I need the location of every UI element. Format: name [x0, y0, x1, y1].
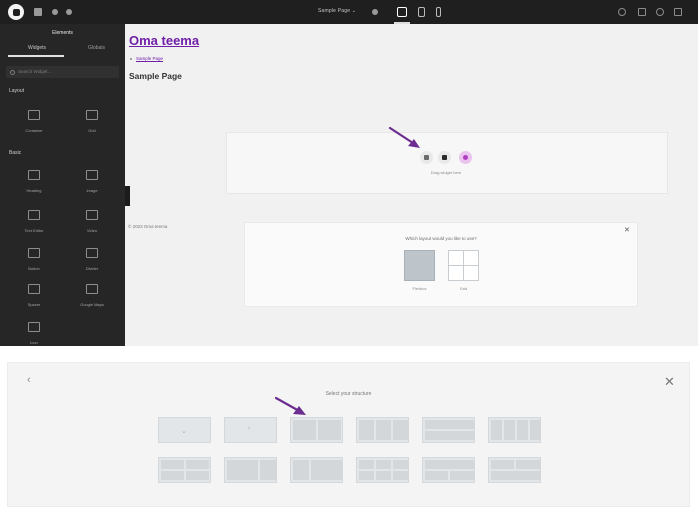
layout-option-flexbox[interactable]: [404, 250, 435, 281]
map-icon: [86, 284, 98, 294]
ai-button[interactable]: [459, 151, 472, 164]
widget-label: Text Editor: [24, 228, 44, 233]
widget-container[interactable]: Container: [10, 104, 58, 140]
widget-label: Google Maps: [80, 302, 104, 307]
annotation-arrow-icon: [388, 126, 420, 148]
widget-label: Video: [86, 228, 98, 233]
search-icon: [10, 70, 15, 75]
container-icon: [28, 110, 40, 120]
structure-option-three-columns[interactable]: [356, 417, 409, 443]
publish-icon[interactable]: [674, 8, 682, 16]
tab-globals[interactable]: Globals: [88, 45, 105, 51]
tablet-icon[interactable]: [418, 7, 425, 17]
grid-icon: [86, 110, 98, 120]
text-editor-icon: [28, 210, 40, 220]
widget-spacer[interactable]: Spacer: [10, 278, 58, 314]
structure-option-two-columns[interactable]: [290, 417, 343, 443]
widget-label: Button: [28, 266, 40, 271]
heading-icon: [28, 170, 40, 180]
close-icon[interactable]: ✕: [664, 374, 675, 390]
preview-icon[interactable]: [656, 8, 664, 16]
structure-option-bottom-wide[interactable]: [488, 457, 541, 483]
page-switcher[interactable]: Sample Page ⌄: [318, 8, 356, 14]
widget-icon[interactable]: Icon: [10, 316, 58, 346]
widget-label: Grid: [88, 128, 96, 133]
bullet: [130, 58, 132, 60]
widget-text-editor[interactable]: Text Editor: [10, 204, 58, 240]
structure-option-grid-3x2[interactable]: [356, 457, 409, 483]
footer-copyright: © 2023 Oma teema: [128, 224, 168, 229]
section-layout[interactable]: Layout: [9, 88, 24, 94]
layout-chooser: [244, 222, 638, 307]
widget-heading[interactable]: Heading: [10, 164, 58, 200]
structure-option-row-stack[interactable]: ›: [224, 417, 277, 443]
screenshot-root: Sample Page ⌄ Elements Widgets Globals S…: [0, 0, 698, 511]
structure-option-grid-2x2[interactable]: [158, 457, 211, 483]
sparkle-icon: [463, 155, 468, 160]
section-basic[interactable]: Basic: [9, 150, 21, 156]
widget-label: Divider: [85, 266, 99, 271]
finder-icon[interactable]: [618, 8, 626, 16]
history-icon[interactable]: [638, 8, 646, 16]
button-icon: [28, 248, 40, 258]
plus-icon: [424, 155, 429, 160]
annotation-arrow-icon: [274, 396, 306, 415]
video-icon: [86, 210, 98, 220]
layout-option-grid[interactable]: [448, 250, 479, 281]
structure-picker-title: Select your structure: [325, 391, 372, 397]
layout-question: Which layout would you like to use?: [405, 236, 477, 241]
divider-icon: [86, 248, 98, 258]
structure-option-top-wide[interactable]: [422, 457, 475, 483]
image-icon: [86, 170, 98, 180]
widget-label: Icon: [30, 340, 38, 345]
search-placeholder: Search Widget...: [18, 69, 52, 74]
widget-image[interactable]: Image: [68, 164, 116, 200]
settings-icon[interactable]: [66, 9, 72, 15]
page-heading: Sample Page: [129, 71, 182, 81]
structure-option-four-columns[interactable]: [488, 417, 541, 443]
desktop-icon[interactable]: [397, 7, 407, 17]
elements-panel: Elements Widgets Globals Search Widget..…: [0, 24, 125, 346]
page-settings-icon[interactable]: [372, 9, 378, 15]
widget-grid[interactable]: Grid: [68, 104, 116, 140]
editor-window: Sample Page ⌄ Elements Widgets Globals S…: [0, 0, 698, 346]
structure-picker: [7, 362, 690, 507]
structure-option-right-wide[interactable]: [290, 457, 343, 483]
widget-divider[interactable]: Divider: [68, 242, 116, 278]
panel-tabs: Elements Widgets Globals: [0, 24, 125, 58]
tab-widgets[interactable]: Widgets: [28, 45, 46, 51]
widget-label: Spacer: [27, 302, 41, 307]
structure-icon[interactable]: [34, 8, 42, 16]
active-device-indicator: [394, 22, 410, 24]
widget-video[interactable]: Video: [68, 204, 116, 240]
mobile-icon[interactable]: [436, 7, 441, 17]
widget-google-maps[interactable]: Google Maps: [68, 278, 116, 314]
add-template-button[interactable]: [438, 151, 451, 164]
add-section-button[interactable]: [420, 151, 433, 164]
breadcrumb-link[interactable]: Sample Page: [136, 56, 163, 61]
star-icon: [28, 322, 40, 332]
add-icon[interactable]: [52, 9, 58, 15]
widget-label: Heading: [26, 188, 42, 193]
structure-option-left-wide[interactable]: [224, 457, 277, 483]
panel-title: Elements: [52, 30, 73, 36]
widget-button[interactable]: Button: [10, 242, 58, 278]
layout-option-label: Flexbox: [412, 286, 427, 291]
widget-label: Image: [86, 188, 98, 193]
chevron-left-icon[interactable]: ‹: [27, 374, 31, 386]
spacer-icon: [28, 284, 40, 294]
active-tab-indicator: [8, 55, 64, 57]
structure-option-column-stack[interactable]: ⌄: [158, 417, 211, 443]
editor-topbar: Sample Page ⌄: [0, 0, 698, 24]
widget-search-input[interactable]: Search Widget...: [6, 66, 119, 78]
structure-option-two-rows[interactable]: [422, 417, 475, 443]
dropzone-label: Drag widget here: [430, 170, 462, 175]
widget-label: Container: [25, 128, 43, 133]
elementor-logo-icon[interactable]: [8, 4, 24, 20]
site-title[interactable]: Oma teema: [129, 33, 199, 48]
close-icon[interactable]: ✕: [624, 226, 630, 234]
folder-icon: [442, 155, 447, 160]
panel-collapse-toggle[interactable]: [125, 186, 130, 206]
layout-option-label: Grid: [459, 286, 468, 291]
